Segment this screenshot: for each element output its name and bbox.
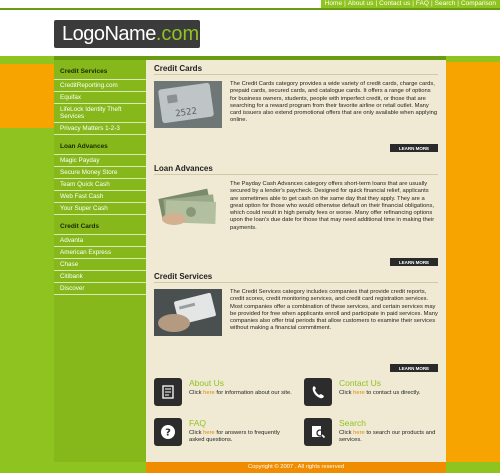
sidebar-item-advanta[interactable]: Advanta [54, 234, 146, 246]
sidebar-item-chase[interactable]: Chase [54, 258, 146, 270]
sidebar-item-your-super-cash[interactable]: Your Super Cash [54, 202, 146, 215]
box-text: Click here for information about our sit… [189, 390, 292, 396]
top-nav: Home | About us | Contact us | FAQ | Sea… [320, 0, 500, 8]
sidebar-section-title: Loan Advances [60, 143, 108, 150]
sidebar-item-equifax[interactable]: Equifax [54, 91, 146, 103]
sidebar-item-lifelock[interactable]: LifeLock Identity Theft Services [54, 103, 146, 122]
here-link[interactable]: here [353, 390, 365, 396]
search-box: Search Click here to search our products… [304, 418, 444, 454]
section-body: The Credit Services category includes co… [154, 289, 438, 336]
box-title[interactable]: About Us [189, 378, 292, 388]
section-credit-services: Credit Services The Credit Services cate… [154, 272, 438, 378]
svg-text:?: ? [165, 428, 171, 439]
right-band-stripe [446, 56, 500, 62]
sidebar-item-team-quick-cash[interactable]: Team Quick Cash [54, 178, 146, 190]
document-icon[interactable] [154, 378, 182, 406]
sidebar-item-citibank[interactable]: Citibank [54, 270, 146, 282]
nav-contact-link[interactable]: Contact us [379, 0, 410, 8]
section-credit-cards: Credit Cards 2522 The Credit Cards categ… [154, 64, 438, 158]
sidebar-item-american-express[interactable]: American Express [54, 246, 146, 258]
box-text: Click here to search our products and se… [339, 430, 436, 443]
nav-about-link[interactable]: About us [348, 0, 374, 8]
sidebar-item-privacy-matters[interactable]: Privacy Matters 1-2-3 [54, 122, 146, 135]
nav-separator: | [344, 0, 346, 7]
section-body: The Payday Cash Advances category offers… [154, 181, 438, 232]
card-in-hand-image [154, 289, 222, 336]
credit-card-image: 2522 [154, 81, 222, 128]
box-text: Click here to contact us directly. [339, 390, 421, 396]
sidebar-section-credit-cards: Credit Cards Advanta American Express Ch… [54, 223, 146, 295]
section-text: The Credit Services category includes co… [230, 289, 438, 332]
faq-box: ? FAQ Click here for answers to frequent… [154, 418, 294, 454]
box-title[interactable]: Contact Us [339, 378, 420, 388]
sidebar-item-web-fast-cash[interactable]: Web Fast Cash [54, 190, 146, 202]
nav-separator: | [375, 0, 378, 7]
logo-name: LogoName [62, 22, 156, 45]
nav-search-link[interactable]: Search [435, 0, 456, 8]
right-band [446, 56, 500, 462]
section-text: The Credit Cards category provides a wid… [230, 81, 438, 124]
phone-icon[interactable] [304, 378, 332, 406]
nav-comparison-link[interactable]: Comparison [461, 0, 496, 8]
logo-tld: .com [155, 22, 200, 45]
nav-home-link[interactable]: Home [325, 0, 342, 8]
box-title[interactable]: FAQ [189, 418, 294, 428]
sidebar-section-title: Credit Services [60, 68, 108, 75]
search-icon[interactable] [304, 418, 332, 446]
here-link[interactable]: here [203, 430, 215, 436]
section-title: Loan Advances [154, 164, 438, 175]
left-band-stripe [0, 64, 54, 128]
nav-separator: | [430, 0, 433, 7]
sidebar-section-credit-services: Credit Services CreditReporting.com Equi… [54, 68, 146, 135]
nav-separator: | [412, 0, 414, 7]
sidebar-section-title: Credit Cards [60, 223, 100, 230]
box-title[interactable]: Search [339, 418, 444, 428]
sidebar-item-secure-money-store[interactable]: Secure Money Store [54, 166, 146, 178]
section-loan-advances: Loan Advances The Payday Cash Advances c… [154, 164, 438, 268]
learn-more-button[interactable]: LEARN MORE [390, 258, 438, 266]
about-us-box: About Us Click here for information abou… [154, 378, 294, 414]
cash-image [154, 181, 222, 228]
section-text: The Payday Cash Advances category offers… [230, 181, 435, 231]
nav-faq-link[interactable]: FAQ [416, 0, 429, 8]
learn-more-button[interactable]: LEARN MORE [390, 364, 438, 372]
info-boxes: About Us Click here for information abou… [154, 378, 438, 458]
sidebar-item-discover[interactable]: Discover [54, 282, 146, 295]
header: LogoName .com [0, 8, 500, 54]
sidebar-item-creditreporting[interactable]: CreditReporting.com [54, 79, 146, 91]
section-title: Credit Cards [154, 64, 438, 75]
contact-us-box: Contact Us Click here to contact us dire… [304, 378, 444, 414]
question-icon[interactable]: ? [154, 418, 182, 446]
box-text: Click here for answers to frequently ask… [189, 430, 280, 443]
main-content: Credit Cards 2522 The Credit Cards categ… [146, 56, 446, 462]
section-body: 2522 The Credit Cards category provides … [154, 81, 438, 128]
learn-more-button[interactable]: LEARN MORE [390, 144, 438, 152]
here-link[interactable]: here [203, 390, 215, 396]
here-link[interactable]: here [353, 430, 365, 436]
sidebar-item-magic-payday[interactable]: Magic Payday [54, 154, 146, 166]
footer-copyright: Copyright © 2007 . All rights reserved [146, 462, 446, 473]
section-title: Credit Services [154, 272, 438, 283]
sidebar: Credit Services CreditReporting.com Equi… [54, 56, 146, 462]
site-logo[interactable]: LogoName .com [54, 20, 200, 48]
nav-separator: | [457, 0, 459, 7]
sidebar-section-loan-advances: Loan Advances Magic Payday Secure Money … [54, 143, 146, 215]
